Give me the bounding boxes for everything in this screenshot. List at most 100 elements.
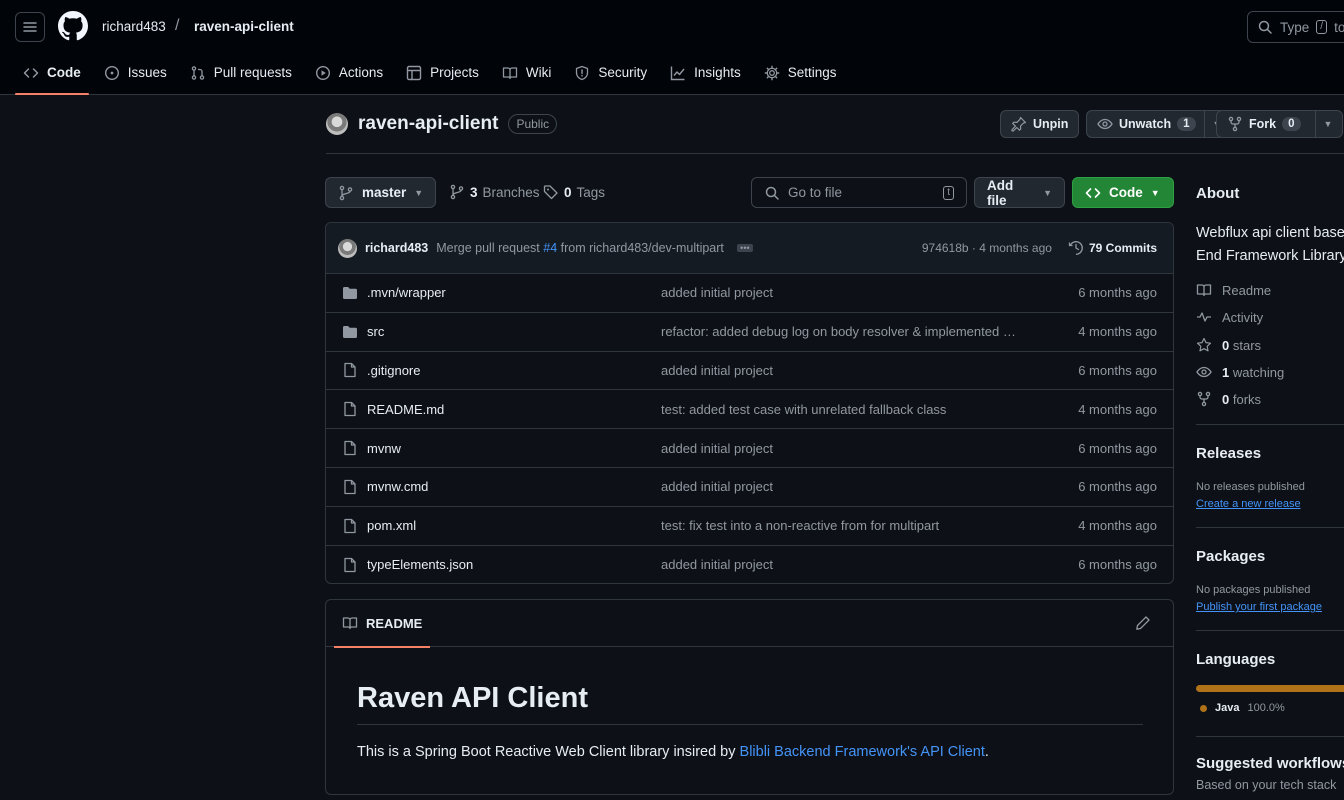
repo-name[interactable]: raven-api-client (358, 113, 498, 135)
file-name-cell[interactable]: mvnw (342, 440, 661, 456)
forks-label: forks (1232, 391, 1262, 407)
pr-link[interactable]: #4 (543, 241, 557, 255)
create-release-link[interactable]: Create a new release (1196, 498, 1301, 510)
file-row[interactable]: typeElements.json added initial project 6 … (326, 546, 1173, 583)
watching-link[interactable]: 1 watching (1196, 364, 1284, 380)
commit-author-avatar[interactable] (338, 238, 357, 258)
code-dropdown-button[interactable]: Code ▼ (1072, 177, 1174, 208)
file-commit-message[interactable]: added initial project (661, 441, 1033, 456)
file-commit-message[interactable]: added initial project (661, 363, 1033, 378)
file-name-cell[interactable]: README.md (342, 401, 661, 417)
github-logo-icon[interactable] (58, 11, 88, 41)
go-to-file-input[interactable]: Go to file t (751, 177, 967, 208)
stars-count: 0 (1222, 337, 1230, 353)
fork-icon (1197, 391, 1211, 407)
chevron-down-icon: ▼ (1043, 187, 1052, 198)
file-commit-message[interactable]: refactor: added debug log on body resolv… (661, 324, 1033, 339)
branch-selector[interactable]: master ▼ (325, 177, 436, 208)
expand-commit-message-button[interactable]: ••• (736, 244, 753, 253)
history-icon (1068, 241, 1083, 255)
file-row[interactable]: .gitignore added initial project 6 months … (326, 352, 1173, 391)
file-name[interactable]: mvnw.cmd (367, 479, 428, 494)
owner-avatar[interactable] (326, 113, 348, 135)
file-name[interactable]: .mvn/wrapper (367, 285, 446, 300)
file-row[interactable]: .mvn/wrapper added initial project 6 month… (326, 274, 1173, 313)
go-to-file-placeholder: Go to file (788, 185, 843, 200)
breadcrumb-owner[interactable]: richard483 (102, 19, 166, 34)
publish-package-link[interactable]: Publish your first package (1196, 601, 1322, 613)
language-java[interactable]: Java 100.0% (1196, 702, 1285, 714)
global-search-button[interactable]: Type / to (1247, 11, 1344, 43)
file-name[interactable]: src (367, 324, 384, 339)
top-header: richard483 / raven-api-client Type / to … (0, 0, 1344, 95)
chevron-down-icon[interactable]: ▼ (1324, 119, 1333, 129)
file-name[interactable]: typeElements.json (367, 557, 473, 572)
commit-author[interactable]: richard483 (365, 241, 428, 255)
forks-link[interactable]: 0 forks (1196, 391, 1261, 407)
file-name-cell[interactable]: .gitignore (342, 362, 661, 378)
file-commit-message[interactable]: added initial project (661, 285, 1033, 300)
tab-issues[interactable]: Issues (96, 56, 175, 89)
file-row[interactable]: pom.xml test: fix test into a non-reactiv… (326, 507, 1173, 546)
tab-insights[interactable]: Insights (662, 56, 749, 89)
readme-link[interactable]: Blibli Backend Framework's API Client (740, 744, 985, 760)
readme-panel: README Raven API Client This is a Spring… (325, 599, 1174, 795)
hamburger-menu-button[interactable] (15, 12, 45, 42)
commit-message-prefix: Merge pull request (436, 241, 540, 255)
file-name-cell[interactable]: mvnw.cmd (342, 479, 661, 495)
file-commit-message[interactable]: added initial project (661, 557, 1033, 572)
commit-message[interactable]: Merge pull request #4 from richard483/de… (436, 241, 724, 255)
watch-count: 1 (1177, 117, 1196, 131)
file-row[interactable]: README.md test: added test case with unre… (326, 390, 1173, 430)
about-description-line: End Framework Library (1196, 248, 1344, 264)
file-commit-date: 4 months ago (1078, 324, 1157, 340)
branch-icon (450, 184, 464, 200)
file-icon (342, 518, 358, 534)
activity-link[interactable]: Activity (1196, 309, 1263, 325)
search-placeholder: Type (1280, 19, 1310, 35)
file-name-cell[interactable]: pom.xml (342, 518, 661, 534)
fork-count: 0 (1282, 117, 1301, 131)
branch-icon (339, 185, 353, 200)
file-name[interactable]: README.md (367, 402, 444, 417)
tab-wiki[interactable]: Wiki (494, 56, 560, 89)
tab-code[interactable]: Code (15, 56, 89, 95)
tags-link[interactable]: 0 Tags (543, 184, 605, 200)
stars-label: stars (1232, 337, 1262, 353)
eye-icon (1196, 366, 1212, 378)
file-row[interactable]: src refactor: added debug log on body res… (326, 313, 1173, 352)
pencil-icon[interactable] (1135, 615, 1151, 631)
fork-button[interactable]: Fork 0 ▼ (1216, 110, 1343, 138)
file-commit-message[interactable]: test: fix test into a non-reactive from … (661, 518, 1033, 533)
tab-projects[interactable]: Projects (398, 56, 487, 89)
graph-icon (670, 66, 685, 80)
branches-link[interactable]: 3 Branches (449, 184, 540, 200)
file-row[interactable]: mvnw.cmd added initial project 6 months ag… (326, 468, 1173, 507)
add-file-button[interactable]: Add file ▼ (974, 177, 1065, 208)
commit-sha-time[interactable]: 974618b · 4 months ago (922, 241, 1052, 255)
tab-security[interactable]: Security (566, 56, 655, 89)
unwatch-button[interactable]: Unwatch 1 ▼ (1086, 110, 1229, 138)
file-name[interactable]: mvnw (367, 441, 401, 456)
unpin-button[interactable]: Unpin (1000, 110, 1080, 138)
breadcrumb-repo[interactable]: raven-api-client (194, 19, 294, 34)
forks-count: 0 (1222, 391, 1230, 407)
file-name[interactable]: pom.xml (367, 518, 416, 533)
file-name-cell[interactable]: .mvn/wrapper (342, 285, 661, 301)
tab-pull-requests[interactable]: Pull requests (182, 56, 300, 89)
file-commit-message[interactable]: added initial project (661, 479, 1033, 494)
file-commit-message[interactable]: test: added test case with unrelated fal… (661, 402, 1033, 417)
file-row[interactable]: mvnw added initial project 6 months ago (326, 429, 1173, 468)
readme-tab[interactable]: README (333, 600, 431, 648)
readme-link[interactable]: Readme (1196, 282, 1271, 298)
commits-history-link[interactable]: 79 Commits (1068, 240, 1157, 256)
tab-actions[interactable]: Actions (307, 56, 391, 89)
book-icon (1196, 284, 1212, 297)
file-name-cell[interactable]: typeElements.json (342, 557, 661, 573)
releases-title[interactable]: Releases (1196, 445, 1261, 462)
tab-settings[interactable]: Settings (756, 56, 845, 89)
packages-title[interactable]: Packages (1196, 548, 1265, 565)
file-name-cell[interactable]: src (342, 324, 661, 340)
stars-link[interactable]: 0 stars (1196, 337, 1261, 353)
file-name[interactable]: .gitignore (367, 363, 420, 378)
